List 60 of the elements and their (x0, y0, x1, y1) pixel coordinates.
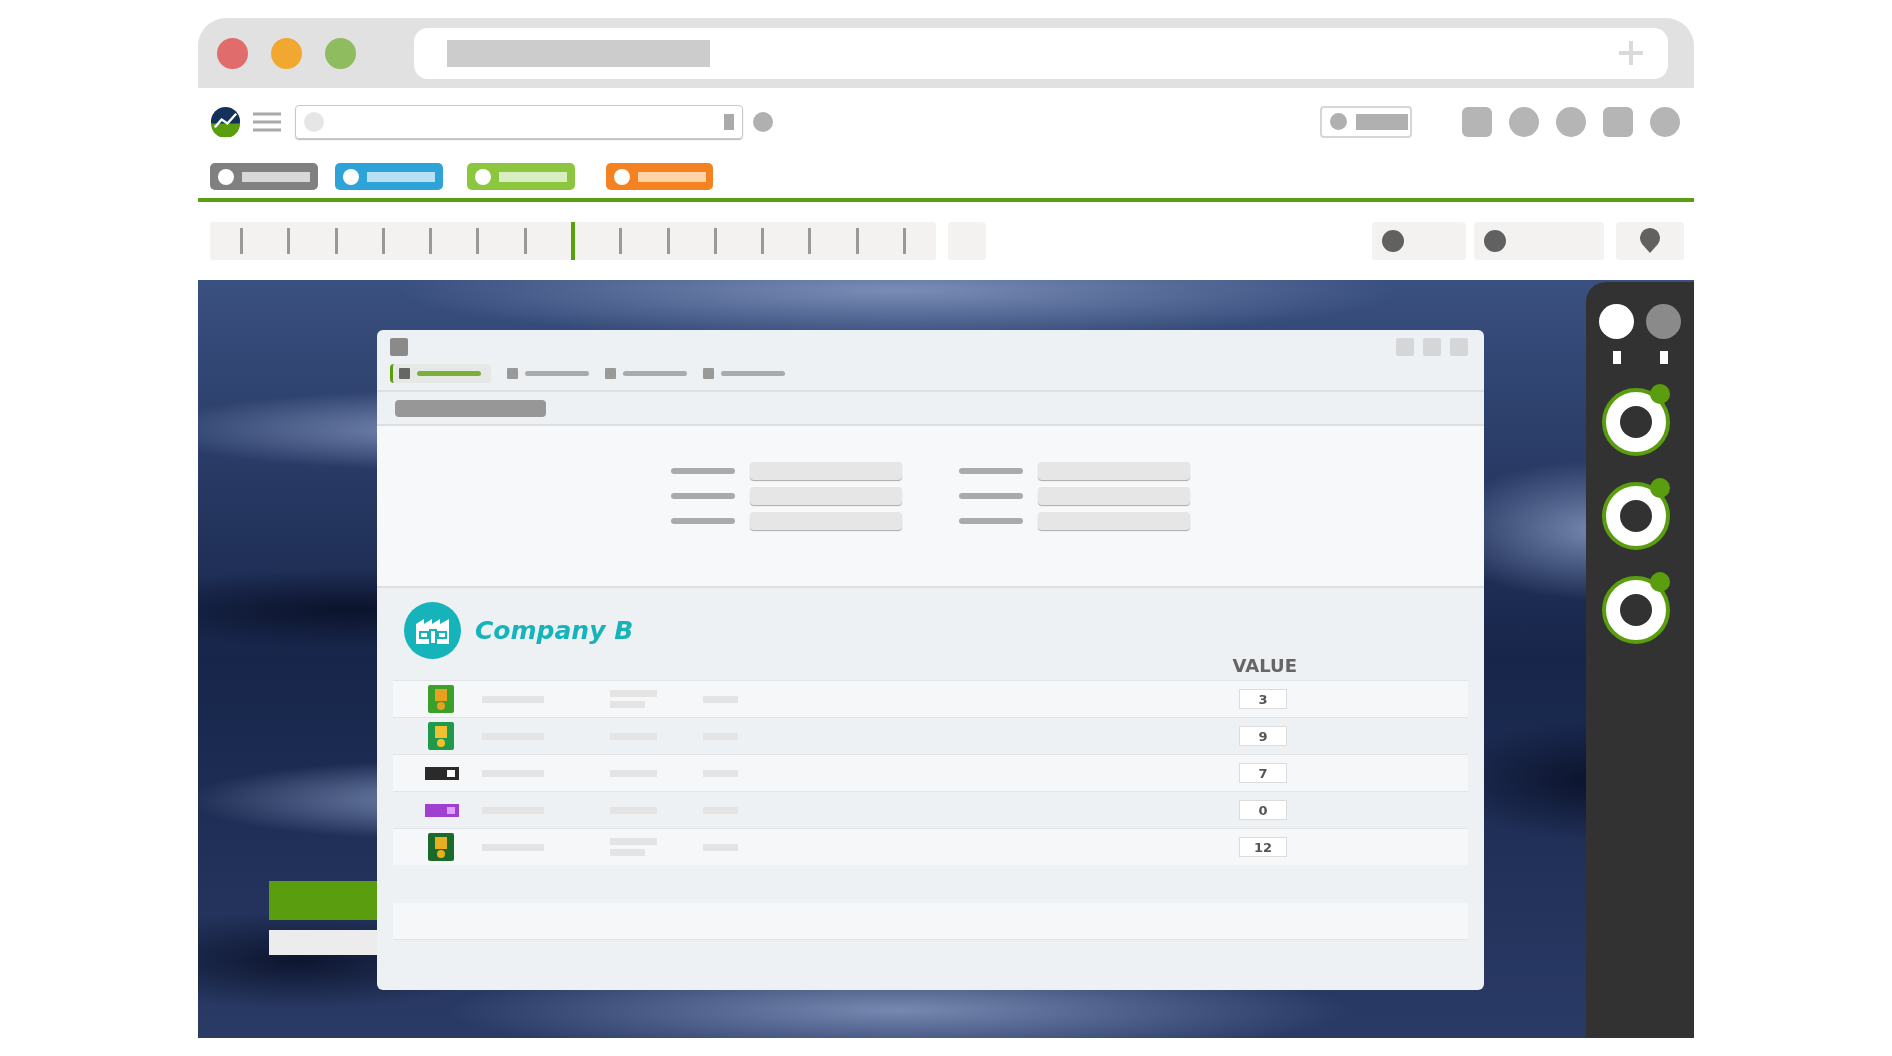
table-row[interactable]: 7 (393, 754, 1468, 791)
input-field[interactable] (1038, 512, 1190, 530)
menu-icon[interactable] (253, 110, 281, 133)
value-field[interactable]: 0 (1239, 800, 1287, 820)
logo-icon (210, 106, 241, 137)
input-field[interactable] (1038, 487, 1190, 505)
filter-chip[interactable] (335, 163, 443, 190)
window-button[interactable] (1396, 338, 1414, 356)
input-field[interactable] (750, 462, 902, 480)
indicator-mark (1659, 351, 1668, 364)
placeholder-bar (959, 468, 1023, 474)
filter-chip[interactable] (210, 163, 318, 190)
window-icon (390, 338, 408, 356)
package-icon (428, 833, 454, 861)
window-button[interactable] (1423, 338, 1441, 356)
search-field[interactable] (295, 104, 743, 139)
placeholder-bar (671, 468, 735, 474)
toolbar-icon[interactable] (1650, 106, 1680, 137)
package-icon (428, 722, 454, 750)
value-field[interactable]: 7 (1239, 763, 1287, 783)
user-button[interactable] (1474, 222, 1604, 260)
factory-icon (404, 602, 461, 659)
user-button[interactable] (1372, 222, 1466, 260)
toolbar-icon[interactable] (1509, 106, 1539, 137)
toolbar-icon[interactable] (1462, 106, 1492, 137)
placeholder-bar (959, 518, 1023, 524)
location-button[interactable] (1616, 222, 1684, 260)
tab[interactable] (390, 364, 491, 383)
package-icon (428, 685, 454, 713)
placeholder-bar (959, 493, 1023, 499)
address-bar[interactable] (414, 27, 1668, 79)
placeholder-bar (671, 518, 735, 524)
input-field[interactable] (750, 512, 902, 530)
value-field[interactable]: 3 (1239, 689, 1287, 709)
location-pin-icon (1639, 228, 1661, 254)
mode-button[interactable] (1599, 304, 1634, 339)
toolbar-icon[interactable] (1603, 106, 1633, 137)
input-field[interactable] (1038, 462, 1190, 480)
value-field[interactable]: 9 (1239, 726, 1287, 746)
input-field[interactable] (750, 487, 902, 505)
toggle-button[interactable] (1320, 105, 1412, 138)
company-name: Company B (475, 616, 634, 645)
table-row[interactable]: 12 (393, 828, 1468, 865)
value-field[interactable]: 12 (1239, 837, 1287, 857)
close-button[interactable] (217, 37, 248, 69)
package-icon (425, 803, 459, 817)
status-dot (753, 111, 773, 132)
table-row[interactable]: 3 (393, 680, 1468, 717)
filter-chip[interactable] (467, 163, 575, 190)
filter-chip[interactable] (606, 163, 713, 190)
plus-icon[interactable] (1618, 40, 1644, 66)
minimize-button[interactable] (271, 37, 302, 69)
indicator-mark (1612, 351, 1621, 364)
window-button[interactable] (1450, 338, 1468, 356)
maximize-button[interactable] (325, 37, 356, 69)
package-icon (425, 766, 459, 780)
toolbar-icon[interactable] (1556, 106, 1586, 137)
column-header: VALUE (1232, 655, 1297, 676)
timeline-track[interactable] (210, 222, 936, 260)
placeholder-bar (671, 493, 735, 499)
